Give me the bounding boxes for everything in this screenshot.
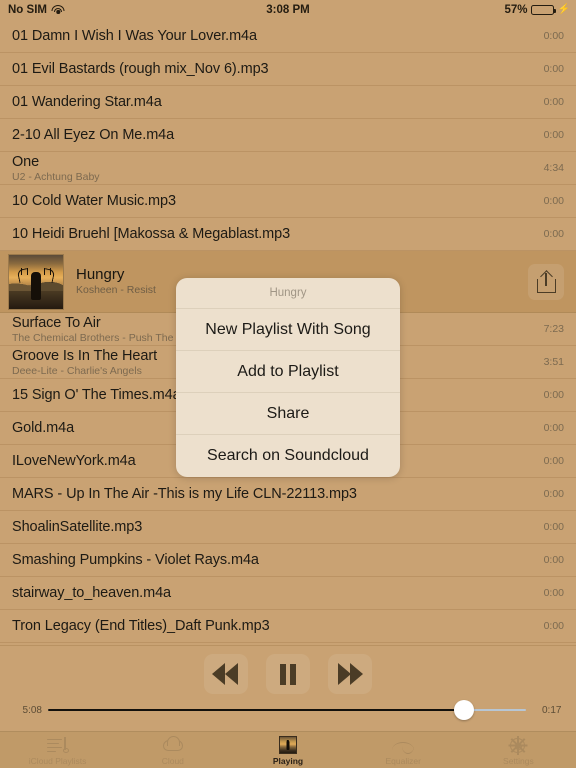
song-title: 01 Damn I Wish I Was Your Lover.m4a bbox=[12, 27, 257, 44]
song-duration: 0:00 bbox=[543, 195, 564, 207]
status-bar-right: 57% ⚡ bbox=[505, 4, 570, 16]
progress-row: 5:08 0:17 bbox=[0, 699, 576, 721]
song-row[interactable]: 01 Damn I Wish I Was Your Lover.m4a 0:00 bbox=[0, 20, 576, 53]
song-row[interactable]: Tron Legacy (End Titles)_Daft Punk.mp3 0:… bbox=[0, 610, 576, 643]
song-duration: 0:00 bbox=[543, 63, 564, 75]
song-duration: 0:00 bbox=[543, 455, 564, 467]
song-row[interactable]: 01 Wandering Star.m4a 0:00 bbox=[0, 86, 576, 119]
battery-percent-label: 57% bbox=[504, 4, 528, 16]
progress-thumb[interactable] bbox=[453, 700, 474, 720]
song-row[interactable]: 2-10 All Eyez On Me.m4a 0:00 bbox=[0, 119, 576, 152]
song-duration: 0:00 bbox=[543, 488, 564, 500]
fast-forward-icon bbox=[336, 663, 364, 685]
song-row[interactable]: One U2 - Achtung Baby 4:34 bbox=[0, 152, 576, 185]
song-title: MARS - Up In The Air -This is my Life CL… bbox=[12, 485, 357, 502]
action-sheet-item[interactable]: Add to Playlist bbox=[176, 351, 400, 393]
song-duration: 0:00 bbox=[543, 30, 564, 42]
action-sheet-popup[interactable]: Hungry New Playlist With Song Add to Play… bbox=[176, 278, 400, 477]
tab-settings[interactable]: Settings bbox=[461, 732, 576, 768]
rewind-button[interactable] bbox=[204, 654, 248, 694]
tab-label: Equalizer bbox=[385, 756, 421, 766]
song-row[interactable]: Smashing Pumpkins - Violet Rays.m4a 0:00 bbox=[0, 544, 576, 577]
song-row[interactable]: ShoalinSatellite.mp3 0:00 bbox=[0, 511, 576, 544]
song-duration: 0:00 bbox=[543, 587, 564, 599]
share-button[interactable] bbox=[528, 263, 564, 300]
remaining-time-label: 0:17 bbox=[542, 704, 562, 716]
song-duration: 0:00 bbox=[543, 129, 564, 141]
song-duration: 0:00 bbox=[543, 422, 564, 434]
action-sheet-title: Hungry bbox=[176, 278, 400, 309]
song-list-upper: 01 Damn I Wish I Was Your Lover.m4a 0:00 0… bbox=[0, 20, 576, 251]
song-title: Smashing Pumpkins - Violet Rays.m4a bbox=[12, 551, 259, 568]
song-title: 10 Cold Water Music.mp3 bbox=[12, 192, 176, 209]
song-row[interactable]: stairway_to_heaven.m4a 0:00 bbox=[0, 577, 576, 610]
song-row[interactable]: 10 Cold Water Music.mp3 0:00 bbox=[0, 185, 576, 218]
song-duration: 0:00 bbox=[543, 389, 564, 401]
song-title: Tron Legacy (End Titles)_Daft Punk.mp3 bbox=[12, 617, 270, 634]
tab-icloud-playlists[interactable]: iCloud Playlists bbox=[0, 732, 115, 768]
progress-slider[interactable] bbox=[48, 700, 526, 720]
waveform-icon bbox=[392, 736, 415, 755]
action-sheet-item[interactable]: New Playlist With Song bbox=[176, 309, 400, 351]
playlist-note-icon bbox=[46, 736, 69, 755]
battery-icon bbox=[530, 4, 556, 16]
tab-playing[interactable]: Playing bbox=[230, 732, 345, 768]
song-duration: 0:00 bbox=[543, 96, 564, 108]
status-bar: No SIM 3:08 PM 57% ⚡ bbox=[0, 0, 576, 20]
tab-bar: iCloud Playlists Cloud Playing Equalizer Set… bbox=[0, 731, 576, 768]
song-duration: 7:23 bbox=[543, 323, 564, 335]
song-duration: 3:51 bbox=[543, 356, 564, 368]
share-icon bbox=[536, 270, 556, 293]
gear-icon bbox=[507, 736, 529, 755]
song-title: ShoalinSatellite.mp3 bbox=[12, 518, 143, 535]
tab-label: iCloud Playlists bbox=[28, 756, 87, 766]
cloud-icon bbox=[162, 736, 184, 755]
transport-controls bbox=[0, 654, 576, 694]
song-title: One bbox=[12, 153, 40, 170]
song-row[interactable]: MARS - Up In The Air -This is my Life CL… bbox=[0, 478, 576, 511]
action-sheet-items: New Playlist With Song Add to Playlist Sha… bbox=[176, 309, 400, 477]
player-bar: 5:08 0:17 bbox=[0, 645, 576, 731]
action-sheet-item[interactable]: Search on Soundcloud bbox=[176, 435, 400, 477]
song-duration: 0:00 bbox=[543, 228, 564, 240]
song-row[interactable]: 10 Heidi Bruehl [Makossa & Megablast.mp3… bbox=[0, 218, 576, 251]
tab-label: Cloud bbox=[161, 756, 184, 766]
song-duration: 0:00 bbox=[543, 620, 564, 632]
fast-forward-button[interactable] bbox=[328, 654, 372, 694]
pause-icon bbox=[280, 663, 296, 685]
song-title: stairway_to_heaven.m4a bbox=[12, 584, 172, 601]
progress-fill bbox=[48, 709, 464, 711]
song-duration: 4:34 bbox=[543, 162, 564, 174]
elapsed-time-label: 5:08 bbox=[22, 704, 42, 716]
tab-label: Playing bbox=[272, 756, 304, 766]
song-row[interactable]: 01 Evil Bastards (rough mix_Nov 6).mp3 0:… bbox=[0, 53, 576, 86]
song-subtitle: U2 - Achtung Baby bbox=[12, 170, 100, 183]
song-title: 01 Evil Bastards (rough mix_Nov 6).mp3 bbox=[12, 60, 269, 77]
song-title: 10 Heidi Bruehl [Makossa & Megablast.mp3 bbox=[12, 225, 291, 242]
song-duration: 0:00 bbox=[543, 521, 564, 533]
tab-label: Settings bbox=[503, 756, 534, 766]
tab-cloud[interactable]: Cloud bbox=[115, 732, 230, 768]
song-title: 2-10 All Eyez On Me.m4a bbox=[12, 126, 175, 143]
song-title: 01 Wandering Star.m4a bbox=[12, 93, 162, 110]
song-duration: 0:00 bbox=[543, 554, 564, 566]
tab-equalizer[interactable]: Equalizer bbox=[346, 732, 461, 768]
pause-button[interactable] bbox=[266, 654, 310, 694]
status-bar-clock: 3:08 PM bbox=[266, 4, 310, 16]
lightning-bolt-icon: ⚡ bbox=[557, 4, 570, 15]
action-sheet-item[interactable]: Share bbox=[176, 393, 400, 435]
album-art-thumbnail bbox=[8, 253, 64, 310]
rewind-icon bbox=[212, 663, 240, 685]
now-playing-art-icon bbox=[277, 736, 299, 755]
